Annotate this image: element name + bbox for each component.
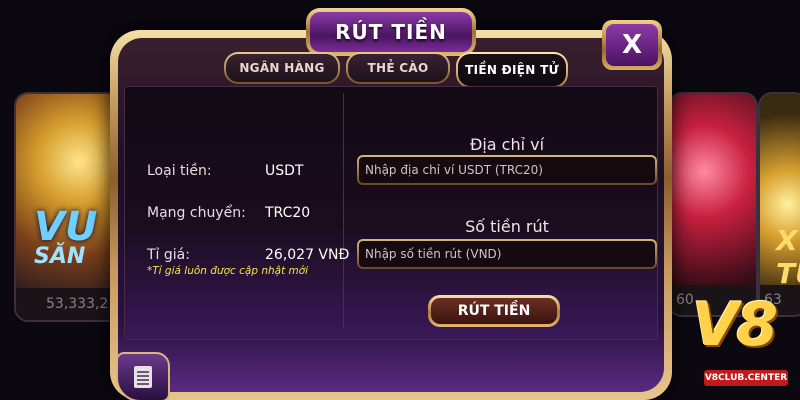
brand-site-url: V8CLUB.CENTER [704,370,788,386]
close-button[interactable]: X [602,20,662,70]
currency-label: Loại tiền: [147,163,212,179]
rate-value: 26,027 VNĐ [265,247,350,263]
tile-title: X TU [776,224,800,290]
tab-crypto[interactable]: TIỀN ĐIỆN TỬ [456,52,568,88]
currency-value: USDT [265,163,304,179]
withdraw-dialog: RÚT TIỀN X NGÂN HÀNG THẺ CÀO TIỀN ĐIỆN T… [110,8,672,400]
background-game-tile-far-right: X TU 63 [758,92,800,317]
rate-note: *Tỉ giá luôn được cập nhật mới [147,265,309,277]
network-label: Mạng chuyển: [147,205,246,221]
withdraw-submit-button[interactable]: RÚT TIỀN [428,295,560,327]
submit-label: RÚT TIỀN [431,298,557,324]
rate-label: Tỉ giá: [147,247,190,263]
content-panel: Loại tiền: USDT Mạng chuyển: TRC20 Tỉ gi… [124,86,658,340]
history-button[interactable] [116,352,170,400]
document-list-icon [134,366,152,388]
tab-label: TIỀN ĐIỆN TỬ [458,54,566,86]
wallet-address-input[interactable] [359,157,655,183]
wallet-address-label: Địa chỉ ví [469,135,545,154]
dialog-title-plate: RÚT TIỀN [306,8,476,56]
brand-logo-text: V8 [692,290,778,360]
wallet-address-field [357,155,657,185]
network-value: TRC20 [265,205,311,221]
close-icon[interactable]: X [606,24,658,66]
tab-card[interactable]: THẺ CÀO [346,52,450,84]
withdraw-amount-field [357,239,657,269]
tab-bank[interactable]: NGÂN HÀNG [224,52,340,84]
dialog-title: RÚT TIỀN [335,20,447,44]
withdraw-amount-label: Số tiền rút [465,217,549,236]
background-game-tile-right: 60 [668,92,758,317]
panel-divider [343,93,344,329]
tab-label: THẺ CÀO [348,54,448,82]
withdraw-amount-input[interactable] [359,241,655,267]
tile-title-small: SĂN [34,244,86,269]
tab-label: NGÂN HÀNG [226,54,338,82]
brand-logo: V8 V8CLUB.CENTER [690,290,800,398]
